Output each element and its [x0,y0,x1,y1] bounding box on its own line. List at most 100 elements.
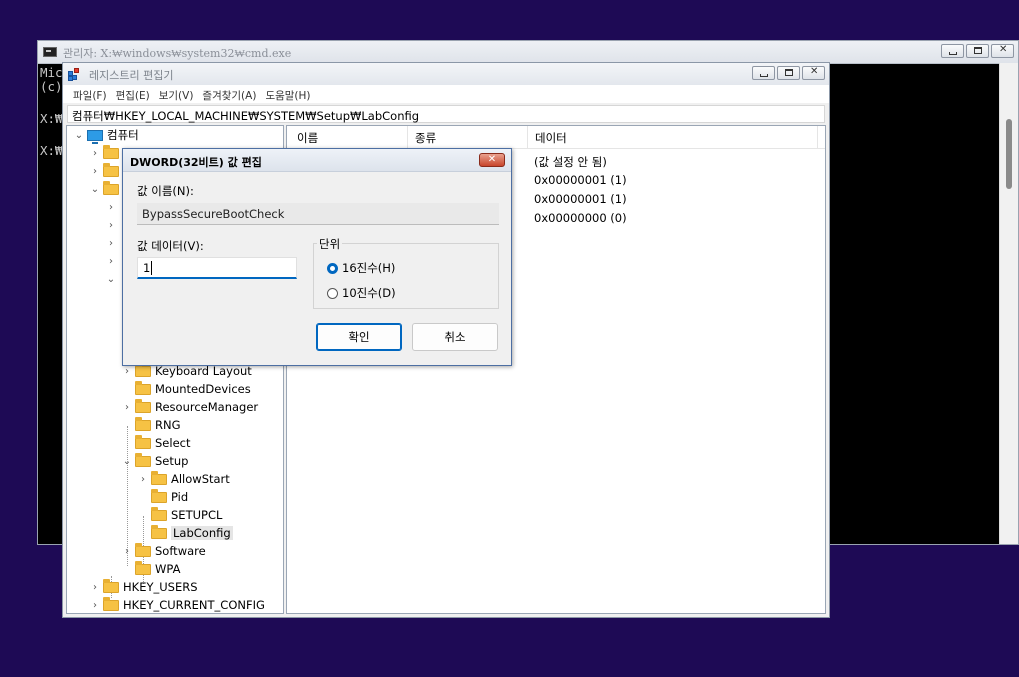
chevron-right-icon[interactable]: › [89,582,101,593]
tree-node-resourcemanager[interactable]: › ResourceManager [121,398,258,416]
folder-icon [103,596,119,611]
value-name-field: BypassSecureBootCheck [137,203,499,225]
tree-node[interactable]: › [105,234,117,252]
value-data-cell[interactable]: 0x00000001 (1) [534,192,627,206]
cmd-scroll-thumb[interactable] [1006,119,1012,189]
chevron-right-icon[interactable]: › [121,402,133,413]
value-data-input[interactable]: 1 [137,257,297,279]
regedit-minimize-button[interactable] [752,66,775,80]
radio-unselected-icon[interactable] [327,287,338,299]
menu-favorites[interactable]: 즐겨찾기(A) [202,85,261,103]
chevron-down-icon[interactable]: ⌄ [105,274,117,285]
dialog-close-button[interactable]: ✕ [479,153,505,167]
value-data-cell[interactable]: 0x00000000 (0) [534,211,627,225]
folder-icon [135,542,151,557]
folder-icon [135,380,151,395]
regedit-icon [68,67,82,81]
folder-icon [151,506,167,521]
list-header: 이름 종류 데이터 [287,126,825,149]
cancel-button[interactable]: 취소 [412,323,498,351]
radio-selected-icon[interactable] [327,262,338,274]
regedit-title: 레지스트리 편집기 [89,69,174,82]
value-data-text: 1 [143,261,151,275]
tree-node-select[interactable]: Select [121,434,190,452]
column-header-type[interactable]: 종류 [415,130,436,146]
cmd-line: X:₩ [40,143,63,158]
folder-icon [151,488,167,503]
cmd-minimize-button[interactable] [941,44,964,58]
tree-node-label: SETUPCL [171,508,223,522]
chevron-down-icon[interactable]: ⌄ [121,456,133,467]
chevron-right-icon[interactable]: › [137,474,149,485]
value-name-label: 값 이름(N): [137,184,194,198]
dialog-titlebar[interactable]: DWORD(32비트) 값 편집 ✕ [123,149,511,172]
column-header-data[interactable]: 데이터 [535,130,567,146]
chevron-right-icon[interactable]: › [121,546,133,557]
cmd-line: X:₩ [40,111,63,126]
tree-node[interactable]: › [89,144,123,162]
tree-node-label: RNG [155,418,181,432]
cmd-close-button[interactable] [991,44,1014,58]
folder-icon [135,560,151,575]
chevron-right-icon[interactable]: › [89,600,101,611]
cmd-icon [43,47,57,57]
cmd-scrollbar[interactable] [999,63,1018,544]
chevron-right-icon[interactable]: › [89,166,101,177]
tree-node-wpa[interactable]: WPA [121,560,180,578]
close-icon: ✕ [487,154,497,165]
tree-node-setup[interactable]: ⌄ Setup [121,452,188,470]
folder-icon [135,362,151,377]
chevron-right-icon[interactable]: › [105,220,117,231]
tree-node-label-selected: LabConfig [171,526,233,540]
tree-node[interactable]: › [105,216,117,234]
chevron-right-icon[interactable]: › [121,366,133,377]
chevron-right-icon[interactable]: › [105,202,117,213]
radio-decimal[interactable]: 10진수(D) [327,285,396,301]
folder-icon [135,452,151,467]
computer-icon [87,129,103,144]
value-data-cell[interactable]: 0x00000001 (1) [534,173,627,187]
regedit-close-button[interactable] [802,66,825,80]
regedit-titlebar[interactable]: 레지스트리 편집기 [63,63,829,85]
menu-file[interactable]: 파일(F) [73,85,112,103]
tree-node[interactable]: ⌄ [89,180,123,198]
tree-node-setupcl[interactable]: SETUPCL [137,506,222,524]
tree-node-computer[interactable]: ⌄ 컴퓨터 [73,126,139,144]
tree-node-label: Software [155,544,206,558]
menu-edit[interactable]: 편집(E) [116,85,155,103]
tree-node-software[interactable]: › Software [121,542,206,560]
tree-node[interactable]: › [105,252,117,270]
tree-node-mounteddevices[interactable]: MountedDevices [121,380,251,398]
chevron-right-icon[interactable]: › [105,256,117,267]
tree-node-label: Select [155,436,191,450]
ok-button[interactable]: 확인 [316,323,402,351]
tree-node-labconfig[interactable]: LabConfig [137,524,233,542]
tree-node-pid[interactable]: Pid [137,488,188,506]
folder-icon [103,578,119,593]
value-data-cell[interactable]: (값 설정 안 됨) [534,154,607,170]
tree-node-hkey-current-config[interactable]: › HKEY_CURRENT_CONFIG [89,596,265,613]
cmd-titlebar[interactable]: 관리자: X:₩windows₩system32₩cmd.exe [38,41,1018,64]
tree-node-label: MountedDevices [155,382,251,396]
tree-node-label: WPA [155,562,181,576]
chevron-right-icon[interactable]: › [89,148,101,159]
menu-view[interactable]: 보기(V) [159,85,199,103]
regedit-maximize-button[interactable] [777,66,800,80]
tree-node[interactable]: ⌄ [105,270,117,288]
chevron-down-icon[interactable]: ⌄ [73,130,85,141]
tree-node[interactable]: › [89,162,123,180]
tree-node-hkey-users[interactable]: › HKEY_USERS [89,578,198,596]
radio-hex[interactable]: 16진수(H) [327,260,395,276]
cmd-maximize-button[interactable] [966,44,989,58]
tree-node-label: Keyboard Layout [155,364,252,378]
tree-node-allowstart[interactable]: › AllowStart [137,470,230,488]
tree-node-rng[interactable]: RNG [121,416,181,434]
chevron-down-icon[interactable]: ⌄ [89,184,101,195]
menu-help[interactable]: 도움말(H) [265,85,315,103]
column-header-name[interactable]: 이름 [297,130,318,146]
folder-icon [135,398,151,413]
chevron-right-icon[interactable]: › [105,238,117,249]
address-bar[interactable]: 컴퓨터₩HKEY_LOCAL_MACHINE₩SYSTEM₩Setup₩LabC… [67,105,825,123]
tree-node[interactable]: › [105,198,117,216]
folder-icon [103,162,119,177]
